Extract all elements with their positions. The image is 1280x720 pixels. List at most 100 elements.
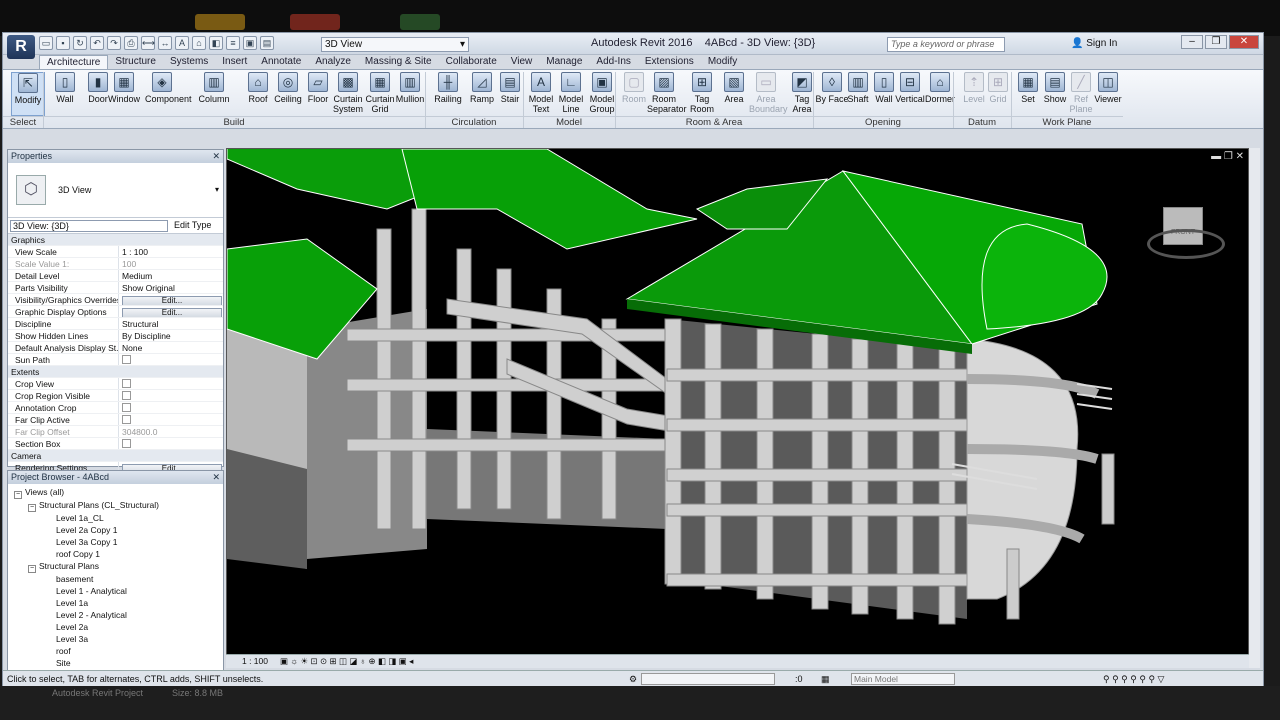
ribbon-button-room[interactable]: ▢ Room xyxy=(617,72,651,116)
close-hidden-icon[interactable]: ▣ xyxy=(243,36,257,50)
ribbon-button-area[interactable]: ▧ Area xyxy=(717,72,751,116)
tab-add-ins[interactable]: Add-Ins xyxy=(589,55,637,69)
edit-button[interactable]: Edit... xyxy=(122,296,222,305)
property-category[interactable]: Graphics xyxy=(8,234,223,246)
3d-viewport[interactable]: ▬ ❐ ✕ FRONT xyxy=(226,148,1249,668)
edit-type-button[interactable]: Edit Type xyxy=(174,220,211,230)
browser-item[interactable]: Level 2a xyxy=(8,621,223,633)
close-icon[interactable]: ✕ xyxy=(212,471,220,484)
collapse-toggle-icon[interactable]: − xyxy=(14,491,22,499)
ribbon-button-stair[interactable]: ▤ Stair xyxy=(493,72,527,116)
browser-item[interactable]: roof xyxy=(8,645,223,657)
design-option-combo[interactable]: Main Model xyxy=(851,673,955,685)
ribbon-panel-room-area[interactable]: Room & Area xyxy=(615,116,813,129)
tab-massing-site[interactable]: Massing & Site xyxy=(358,55,439,69)
property-value[interactable]: 1 : 100 xyxy=(118,246,223,257)
browser-item[interactable]: − Structural Plans (CL_Structural) xyxy=(8,499,223,512)
ribbon-panel-work-plane[interactable]: Work Plane xyxy=(1011,116,1123,129)
close-button[interactable]: ✕ xyxy=(1229,35,1259,49)
application-menu-button[interactable]: R xyxy=(7,35,35,59)
sign-in-link[interactable]: 👤 Sign In xyxy=(1071,38,1117,49)
property-value[interactable] xyxy=(118,414,223,425)
browser-item[interactable]: Site xyxy=(8,657,223,669)
ribbon-button-railing[interactable]: ╫ Railing xyxy=(431,72,465,116)
ribbon-panel-datum[interactable]: Datum xyxy=(953,116,1011,129)
view-control-icons[interactable]: ▣ ☼ ☀ ⊡ ⊙ ⊞ ◫ ◪ ♁ ⊕ ◧ ◨ ▣ ◂ xyxy=(280,655,413,668)
browser-item[interactable]: Level 1a_CL xyxy=(8,512,223,524)
tab-analyze[interactable]: Analyze xyxy=(308,55,358,69)
ribbon-panel-opening[interactable]: Opening xyxy=(813,116,953,129)
property-value[interactable]: 100 xyxy=(118,258,223,269)
checkbox[interactable] xyxy=(122,379,131,388)
ribbon-panel-select[interactable]: Select xyxy=(3,116,43,129)
browser-item[interactable]: Level 3a Copy 1 xyxy=(8,536,223,548)
measure-icon[interactable]: ⟷ xyxy=(141,36,155,50)
thin-lines-icon[interactable]: ≡ xyxy=(226,36,240,50)
tab-systems[interactable]: Systems xyxy=(163,55,215,69)
ribbon-panel-circulation[interactable]: Circulation xyxy=(425,116,523,129)
browser-item[interactable]: Level 1 - Analytical xyxy=(8,585,223,597)
viewport-controls[interactable]: ▬ ❐ ✕ xyxy=(1211,151,1244,162)
ribbon-button-grid[interactable]: ⊞ Grid xyxy=(981,72,1015,116)
property-value[interactable] xyxy=(118,378,223,389)
tab-collaborate[interactable]: Collaborate xyxy=(439,55,504,69)
text-icon[interactable]: A xyxy=(175,36,189,50)
close-icon[interactable]: ✕ xyxy=(212,150,220,163)
property-category[interactable]: Extents xyxy=(8,366,223,378)
browser-item[interactable]: Level 1a xyxy=(8,597,223,609)
ribbon-button-model-group[interactable]: ▣ Model Group xyxy=(585,72,619,116)
property-value[interactable] xyxy=(118,354,223,365)
ribbon-button-model-text[interactable]: A Model Text xyxy=(524,72,558,116)
browser-item[interactable]: roof Copy 1 xyxy=(8,548,223,560)
browser-item[interactable]: Level 2a Copy 1 xyxy=(8,524,223,536)
restore-button[interactable]: ❐ xyxy=(1205,35,1227,49)
save-icon[interactable]: ▪ xyxy=(56,36,70,50)
collapse-toggle-icon[interactable]: − xyxy=(28,504,36,512)
property-value[interactable] xyxy=(118,402,223,413)
ribbon-button-area-boundary[interactable]: ▭ Area Boundary xyxy=(749,72,788,116)
checkbox[interactable] xyxy=(122,355,131,364)
switch-windows-icon[interactable]: ▤ xyxy=(260,36,274,50)
browser-item[interactable]: Level 2 - Analytical xyxy=(8,609,223,621)
property-value[interactable]: 304800.0 xyxy=(118,426,223,437)
ribbon-button-tag-room[interactable]: ⊞ Tag Room xyxy=(685,72,719,116)
sync-icon[interactable]: ↻ xyxy=(73,36,87,50)
property-value[interactable]: Edit... xyxy=(118,294,223,305)
instance-combo[interactable]: 3D View: {3D} xyxy=(10,220,168,232)
ribbon-button-vertical[interactable]: ⊟ Vertical xyxy=(893,72,927,116)
ribbon-button-modify[interactable]: ⇱ Modify xyxy=(11,72,45,116)
tab-structure[interactable]: Structure xyxy=(108,55,163,69)
ribbon-button-dormer[interactable]: ⌂ Dormer xyxy=(923,72,957,116)
property-value[interactable]: Show Original xyxy=(118,282,223,293)
property-value[interactable]: None xyxy=(118,342,223,353)
ribbon-button-ceiling[interactable]: ◎ Ceiling xyxy=(271,72,305,116)
checkbox[interactable] xyxy=(122,415,131,424)
ribbon-button-curtain-system[interactable]: ▩ Curtain System xyxy=(331,72,365,116)
design-options-icon[interactable]: ▦ xyxy=(821,671,830,687)
property-value[interactable]: Structural xyxy=(118,318,223,329)
tab-annotate[interactable]: Annotate xyxy=(254,55,308,69)
ribbon-panel-build[interactable]: Build xyxy=(43,116,425,129)
ribbon-button-column[interactable]: ▥ Column xyxy=(197,72,231,116)
help-search-input[interactable]: Type a keyword or phrase xyxy=(887,37,1005,52)
checkbox[interactable] xyxy=(122,391,131,400)
redo-icon[interactable]: ↷ xyxy=(107,36,121,50)
ribbon-button-model-line[interactable]: ∟ Model Line xyxy=(554,72,588,116)
tab-view[interactable]: View xyxy=(504,55,540,69)
property-value[interactable]: By Discipline xyxy=(118,330,223,341)
type-selector[interactable]: ⬡ 3D View ▾ xyxy=(8,163,223,218)
browser-item[interactable]: basement xyxy=(8,573,223,585)
ribbon-panel-model[interactable]: Model xyxy=(523,116,615,129)
property-value[interactable] xyxy=(118,390,223,401)
property-category[interactable]: Camera xyxy=(8,450,223,462)
tab-insert[interactable]: Insert xyxy=(215,55,254,69)
browser-item[interactable]: − Structural Plans xyxy=(8,560,223,573)
ribbon-button-mullion[interactable]: ▥ Mullion xyxy=(393,72,427,116)
tab-modify[interactable]: Modify xyxy=(701,55,744,69)
switch-view-combo[interactable]: 3D View ▾ xyxy=(321,37,469,52)
vertical-scrollbar[interactable] xyxy=(1249,148,1260,668)
ribbon-button-wall[interactable]: ▯ Wall xyxy=(48,72,82,116)
ribbon-button-component[interactable]: ◈ Component xyxy=(145,72,192,116)
undo-icon[interactable]: ↶ xyxy=(90,36,104,50)
ribbon-button-window[interactable]: ▦ Window xyxy=(107,72,141,116)
